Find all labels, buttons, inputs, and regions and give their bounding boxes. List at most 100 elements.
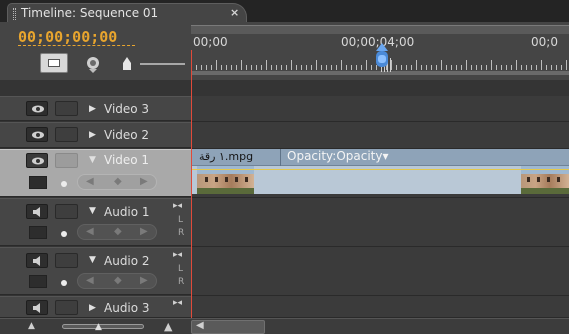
ruler-tick [276,65,277,70]
track-headers: ▶ Video 3 ▶ Video 2 ▼ Video 1 ◀ ◆ ▶ ▼ Au… [0,80,191,318]
keyframe-dot-icon[interactable] [61,231,67,237]
speaker-icon [33,303,40,313]
ruler-tick [301,65,302,70]
ruler-tick [246,65,247,70]
video-clip[interactable]: ١ رقة.mpg Opacity:Opacity▾ [191,149,569,194]
ruler-tick [401,65,402,70]
track-name: Video 1 [104,153,150,167]
track-lane-audio-1[interactable] [191,198,569,247]
dropdown-icon[interactable]: ▾ [382,149,388,163]
zoom-slider-handle[interactable]: ▲ [95,322,102,332]
previous-keyframe-icon[interactable]: ◀ [86,176,94,187]
ruler-tick [326,65,327,70]
track-header-audio-3[interactable]: ▶ Audio 3 ▸◂ [0,296,191,318]
keyframe-navigator[interactable]: ◀ ◆ ▶ [77,174,157,190]
speaker-icon [33,207,40,217]
previous-keyframe-icon[interactable]: ◀ [86,226,94,237]
keyframe-navigator[interactable]: ◀ ◆ ▶ [77,273,157,289]
timeline-tab[interactable]: Timeline: Sequence 01 × [7,3,247,24]
snap-button[interactable] [40,53,68,73]
next-keyframe-icon[interactable]: ▶ [140,176,148,187]
track-lane-audio-3[interactable] [191,296,569,318]
add-keyframe-icon[interactable]: ◆ [114,226,122,237]
ruler-tick [466,60,467,70]
track-header-video-2[interactable]: ▶ Video 2 [0,122,191,148]
effect-menu[interactable]: Opacity:Opacity▾ [287,149,389,163]
ruler-tick [556,65,557,70]
toggle-output-button[interactable] [26,127,48,142]
toggle-output-button[interactable] [26,101,48,116]
track-lane-video-2[interactable] [191,122,569,149]
ruler-tick [441,60,442,70]
lock-track-button[interactable] [55,153,78,168]
set-marker-button[interactable] [84,54,106,74]
keyframe-dot-icon[interactable] [61,280,67,286]
expand-triangle-icon[interactable]: ▶ [89,104,96,114]
ruler-tick [361,65,362,70]
keyframe-dot-icon[interactable] [61,181,67,187]
next-keyframe-icon[interactable]: ▶ [140,226,148,237]
lock-track-button[interactable] [55,204,78,219]
expand-triangle-icon[interactable]: ▶ [89,303,96,313]
show-waveform-icon[interactable] [29,226,47,239]
lock-track-button[interactable] [55,253,78,268]
toggle-track-output-button[interactable] [26,204,48,219]
lock-track-button[interactable] [55,127,78,142]
track-header-audio-2[interactable]: ▼ Audio 2 ▸◂ L R ◀ ◆ ▶ [0,247,191,295]
keyframe-button[interactable] [116,54,138,74]
track-name: Audio 2 [104,254,150,268]
zoom-slider[interactable] [62,324,144,329]
expand-triangle-icon[interactable]: ▶ [89,130,96,140]
keyframe-navigator[interactable]: ◀ ◆ ▶ [77,224,157,240]
ruler-tick [396,65,397,70]
grip-icon[interactable] [13,8,16,20]
tab-title: Timeline: Sequence 01 [21,6,159,20]
zoom-out-icon[interactable]: ▲ [28,321,35,331]
close-icon[interactable]: × [230,6,239,19]
ruler-tick [316,60,317,70]
clip-title-bar[interactable]: ١ رقة.mpg Opacity:Opacity▾ [191,149,569,166]
track-header-audio-1[interactable]: ▼ Audio 1 ▸◂ L R ◀ ◆ ▶ [0,198,191,246]
display-style-icon[interactable] [29,176,47,189]
ruler-tick [411,65,412,70]
track-lane-video-1[interactable]: ١ رقة.mpg Opacity:Opacity▾ [191,149,569,198]
time-ruler[interactable]: 00;00 00;00;04;00 00;0 [191,22,569,80]
track-lane-video-3[interactable] [191,96,569,122]
lock-track-button[interactable] [55,101,78,116]
track-header-video-1[interactable]: ▼ Video 1 ◀ ◆ ▶ [0,149,191,197]
track-header-video-3[interactable]: ▶ Video 3 [0,96,191,121]
collapse-triangle-icon[interactable]: ▼ [89,255,96,265]
clip-divider [280,149,281,166]
track-lane-audio-2[interactable] [191,247,569,296]
toggle-track-output-button[interactable] [26,300,48,315]
ruler-tick [516,60,517,70]
ruler-tick [201,65,202,70]
timecode-display[interactable]: 00;00;00;00 [18,28,117,46]
playhead-icon[interactable] [374,37,391,71]
ruler-tick [451,65,452,70]
toggle-output-button[interactable] [26,153,48,168]
ruler-tick [491,60,492,70]
ruler-tick [306,65,307,70]
show-waveform-icon[interactable] [29,275,47,288]
ruler-tick [231,65,232,70]
work-area-bar[interactable] [191,71,569,75]
next-keyframe-icon[interactable]: ▶ [140,275,148,286]
ruler-tick [251,65,252,70]
ruler-tick [546,65,547,70]
add-keyframe-icon[interactable]: ◆ [114,275,122,286]
lock-track-button[interactable] [55,300,78,315]
toggle-track-output-button[interactable] [26,253,48,268]
playhead-line[interactable] [191,50,192,320]
collapse-triangle-icon[interactable]: ▼ [89,155,96,165]
ruler-tick [421,65,422,70]
opacity-rubber-band[interactable] [191,169,569,170]
collapse-triangle-icon[interactable]: ▼ [89,206,96,216]
viewing-area-bar[interactable] [191,25,569,34]
ruler-tick [346,65,347,70]
add-keyframe-icon[interactable]: ◆ [114,176,122,187]
previous-keyframe-icon[interactable]: ◀ [86,275,94,286]
zoom-in-icon[interactable]: ▲ [164,320,172,333]
scroll-left-icon[interactable]: ◀ [196,320,204,331]
ruler-tick [536,65,537,70]
